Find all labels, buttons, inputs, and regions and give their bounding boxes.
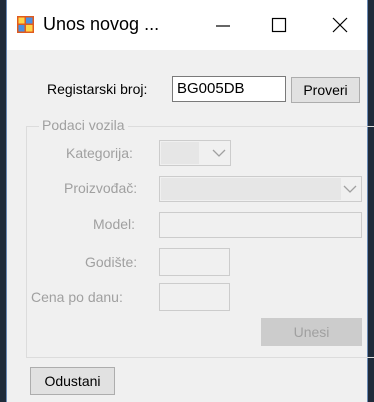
title-bar[interactable]: Unos novog ... bbox=[7, 0, 367, 50]
app-form-icon bbox=[17, 16, 34, 33]
price-per-day-label: Cena po danu: bbox=[31, 289, 123, 305]
category-select[interactable] bbox=[159, 140, 231, 166]
close-button[interactable] bbox=[313, 0, 367, 50]
registration-input[interactable]: BG005DB bbox=[172, 76, 286, 102]
year-label: Godište: bbox=[85, 254, 138, 270]
maximize-icon bbox=[271, 17, 287, 33]
minimize-icon bbox=[216, 25, 230, 27]
model-input[interactable] bbox=[159, 212, 362, 238]
maximize-button[interactable] bbox=[252, 0, 306, 50]
dialog-window: Unos novog ... Registarski broj: BG005DB… bbox=[6, 0, 374, 402]
manufacturer-label: Proizvođač: bbox=[64, 180, 138, 196]
check-button[interactable]: Proveri bbox=[291, 77, 360, 103]
close-icon bbox=[332, 17, 348, 33]
vehicle-data-group-title: Podaci vozila bbox=[39, 117, 128, 133]
category-label: Kategorija: bbox=[66, 145, 133, 161]
registration-label: Registarski broj: bbox=[47, 81, 148, 97]
chevron-down-icon bbox=[343, 185, 357, 193]
window-title: Unos novog ... bbox=[43, 14, 160, 34]
price-per-day-input[interactable] bbox=[159, 283, 230, 311]
manufacturer-select[interactable] bbox=[159, 176, 362, 202]
minimize-button[interactable] bbox=[196, 0, 250, 50]
submit-button[interactable]: Unesi bbox=[261, 318, 362, 346]
model-label: Model: bbox=[93, 216, 136, 232]
chevron-down-icon bbox=[212, 149, 226, 157]
cancel-button[interactable]: Odustani bbox=[30, 367, 115, 395]
year-input[interactable] bbox=[159, 248, 230, 276]
